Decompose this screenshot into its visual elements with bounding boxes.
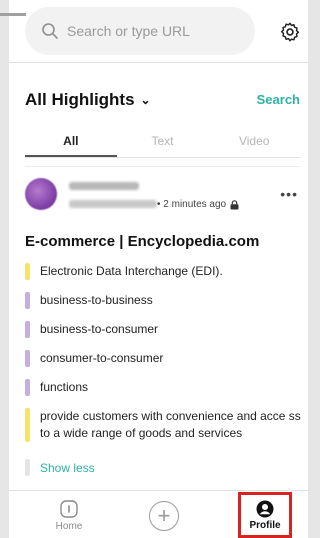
- page-title: All Highlights: [25, 90, 135, 109]
- highlight-color-bar: [25, 321, 30, 338]
- highlight-color-bar: [25, 379, 30, 396]
- lock-icon: [230, 199, 239, 209]
- app-page: Search or type URL All Highlights ⌄ Sear…: [9, 0, 308, 538]
- more-options-icon[interactable]: •••: [280, 186, 298, 202]
- show-less-button[interactable]: Show less: [25, 459, 95, 476]
- chevron-down-icon: ⌄: [140, 93, 151, 107]
- highlight-text: provide customers with convenience and a…: [40, 409, 301, 440]
- timestamp: • 2 minutes ago: [157, 199, 227, 210]
- profile-icon: [256, 500, 274, 517]
- post-meta: • 2 minutes ago: [157, 199, 239, 210]
- highlight-text: functions: [40, 380, 89, 394]
- highlight-text: Electronic Data Interchange (EDI).: [40, 264, 223, 278]
- show-less-label: Show less: [40, 460, 95, 475]
- header-divider: [9, 62, 308, 63]
- highlight-text: consumer-to-consumer: [40, 351, 164, 365]
- highlight-text: business-to-consumer: [40, 322, 159, 336]
- plus-icon: +: [157, 503, 171, 528]
- nav-home[interactable]: Home: [49, 499, 89, 532]
- gear-icon[interactable]: [279, 21, 301, 43]
- add-button[interactable]: +: [149, 501, 179, 531]
- card-divider: [25, 166, 300, 167]
- highlight-text: business-to-business: [40, 293, 153, 307]
- show-less-bar: [25, 459, 30, 476]
- bottom-nav-divider: [9, 490, 308, 491]
- username-blurred: [69, 182, 139, 190]
- search-placeholder: Search or type URL: [67, 23, 190, 39]
- highlight-item[interactable]: business-to-consumer: [25, 321, 305, 338]
- article-title[interactable]: E-commerce | Encyclopedia.com: [25, 233, 259, 250]
- url-search-bar[interactable]: Search or type URL: [25, 7, 255, 55]
- highlight-color-bar: [25, 292, 30, 309]
- avatar[interactable]: [25, 178, 57, 210]
- nav-profile[interactable]: Profile: [238, 492, 292, 538]
- highlight-item[interactable]: Electronic Data Interchange (EDI).: [25, 263, 305, 280]
- highlight-item[interactable]: functions: [25, 379, 305, 396]
- highlight-tabs: All Text Video: [25, 130, 300, 158]
- tab-text[interactable]: Text: [117, 130, 209, 157]
- corner-accent-line: [0, 13, 26, 16]
- tab-all[interactable]: All: [25, 130, 117, 157]
- nav-home-label: Home: [55, 521, 83, 532]
- highlight-color-bar: [25, 350, 30, 367]
- highlights-filter-dropdown[interactable]: All Highlights ⌄: [25, 90, 151, 110]
- highlight-item[interactable]: business-to-business: [25, 292, 305, 309]
- nav-profile-label: Profile: [249, 519, 281, 531]
- home-icon: [60, 500, 78, 518]
- highlight-color-bar: [25, 408, 30, 442]
- highlight-color-bar: [25, 263, 30, 280]
- highlight-list: Electronic Data Interchange (EDI). busin…: [25, 263, 305, 454]
- highlight-item[interactable]: consumer-to-consumer: [25, 350, 305, 367]
- highlight-item[interactable]: provide customers with convenience and a…: [25, 408, 305, 442]
- search-icon: [42, 23, 58, 39]
- tab-video[interactable]: Video: [208, 130, 300, 157]
- user-subtitle-blurred: [69, 200, 157, 208]
- search-link[interactable]: Search: [257, 92, 300, 107]
